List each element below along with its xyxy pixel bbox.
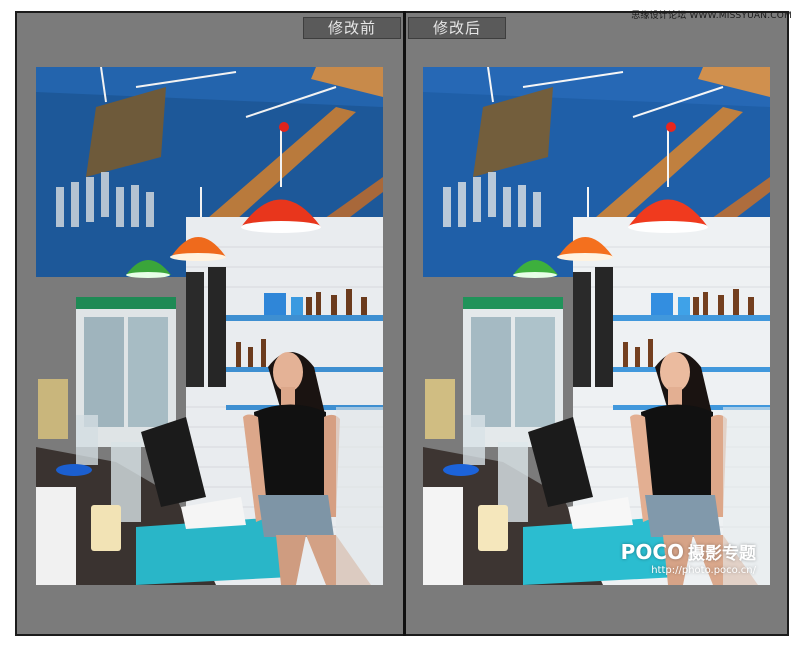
before-photo-image — [36, 67, 383, 585]
before-photo — [36, 67, 383, 585]
after-photo: POCO 摄影专题 http://photo.poco.cn/ — [423, 67, 770, 585]
poco-brand: POCO — [620, 540, 684, 564]
poco-zh: 摄影专题 — [688, 544, 756, 564]
site-watermark: 思缘设计论坛 WWW.MISSYUAN.COM — [631, 11, 792, 21]
after-panel: 修改后 POCO 摄影专题 http://photo.poco.cn/ — [406, 13, 787, 634]
before-label: 修改前 — [303, 17, 401, 39]
after-label: 修改后 — [408, 17, 506, 39]
poco-watermark: POCO 摄影专题 http://photo.poco.cn/ — [621, 541, 756, 577]
poco-url: http://photo.poco.cn/ — [651, 565, 756, 576]
after-photo-image — [423, 67, 770, 585]
before-after-compare-view: 修改前 修改后 POCO 摄影专题 http://photo.poco.cn/ — [15, 11, 789, 636]
before-panel: 修改前 — [17, 13, 403, 634]
